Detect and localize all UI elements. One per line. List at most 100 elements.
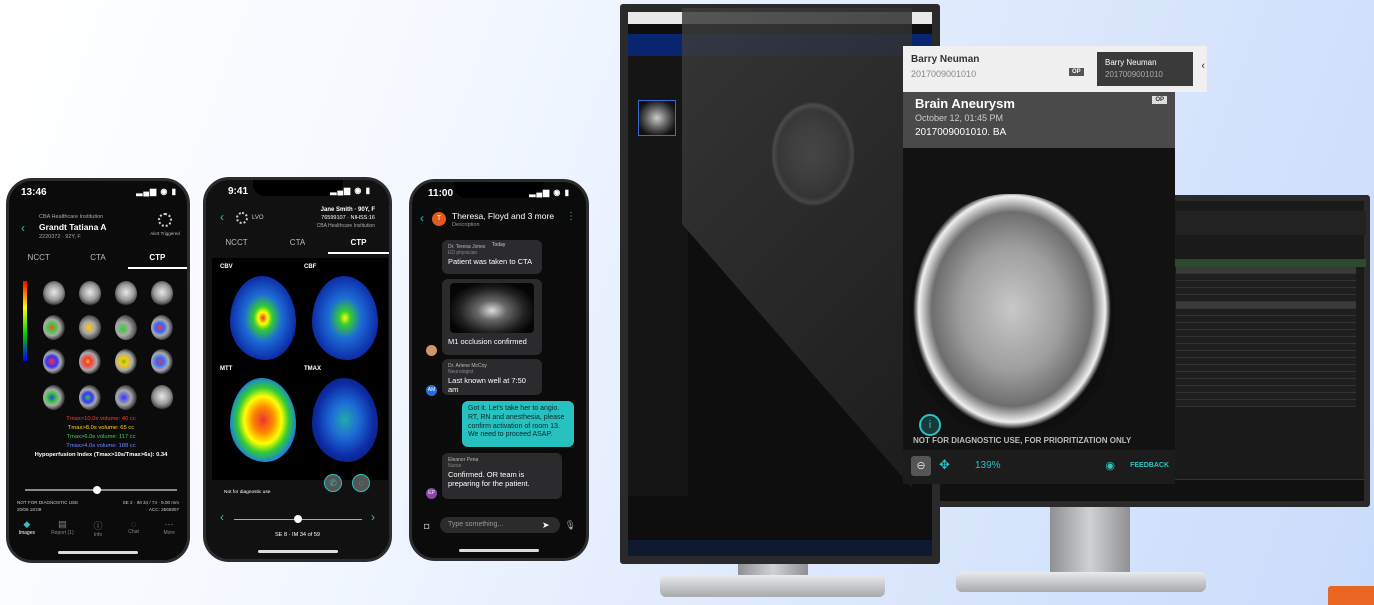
signal-icon: ▂▄▆ ◉ ▮ <box>136 187 177 196</box>
phone-1: 13:46 ▂▄▆ ◉ ▮ ‹ CBA Healthcare Instituti… <box>6 178 190 563</box>
phone-3: 11:00 ▂▄▆ ◉ ▮ ‹ T Theresa, Floyd and 3 m… <box>409 179 589 561</box>
tmax-line-8: Tmax>8.0s volume: 65 cc <box>67 425 135 431</box>
tab-cta[interactable]: CTA <box>267 232 328 254</box>
back-icon[interactable]: ‹ <box>420 211 424 225</box>
alert-label: Alert Triggered <box>150 231 180 236</box>
next-arrow-icon[interactable]: › <box>371 510 375 524</box>
feedback-icon[interactable]: ◉ <box>1105 459 1115 472</box>
tab-ctp[interactable]: CTP <box>127 247 187 269</box>
zoom-level: 139% <box>975 460 1001 471</box>
tab-cta[interactable]: CTA <box>68 247 127 269</box>
study-date: October 12, 01:45 PM <box>915 113 1004 123</box>
slider-thumb[interactable] <box>294 515 302 523</box>
scan-thumb[interactable] <box>115 281 137 306</box>
patient-name: Jane Smith · 90Y, F <box>320 207 375 213</box>
nav-more[interactable]: ⋯ More <box>151 519 187 547</box>
color-scale <box>23 281 27 361</box>
status-bar: 11:00 ▂▄▆ ◉ ▮ <box>412 188 586 202</box>
scan-thumb[interactable] <box>115 385 137 410</box>
image-message[interactable]: M1 occlusion confirmed <box>442 279 542 355</box>
info-icon[interactable]: i <box>919 414 941 436</box>
nav-chat[interactable]: ◌ Chat <box>116 519 152 547</box>
worklist-table[interactable] <box>1176 267 1356 467</box>
card-patient-id: 2017009001010 <box>1105 70 1163 79</box>
more-icon[interactable]: ⋮ <box>566 211 576 222</box>
cbv-map[interactable] <box>230 276 296 360</box>
tmax-map[interactable] <box>312 378 378 462</box>
feedback-button[interactable]: FEEDBACK <box>1130 462 1169 469</box>
scan-thumb[interactable] <box>79 385 101 410</box>
scan-thumb[interactable] <box>151 349 173 374</box>
selected-patient-card[interactable]: Barry Neuman 2017009001010 <box>1097 52 1193 86</box>
tmax-line-6: Tmax>6.0s volume: 117 cc <box>66 434 136 440</box>
chat-icon[interactable]: ◌ <box>352 474 370 492</box>
nav-report-label: Report (1) <box>51 530 74 536</box>
scan-thumb[interactable] <box>115 315 137 340</box>
scan-thumb[interactable] <box>151 315 173 340</box>
message-text: Confirmed. OR team is preparing for the … <box>448 469 530 488</box>
scan-thumb[interactable] <box>151 385 173 410</box>
map-label-mtt: MTT <box>220 366 233 372</box>
scan-thumb[interactable] <box>43 281 65 306</box>
user-avatar <box>426 345 437 356</box>
status-time: 9:41 <box>228 186 249 197</box>
home-indicator <box>257 550 338 553</box>
slider-thumb[interactable] <box>93 486 101 494</box>
scan-thumb[interactable] <box>43 315 65 340</box>
scan-thumb[interactable] <box>79 315 101 340</box>
group-avatar: T <box>432 212 446 226</box>
lvo-label: LVO <box>252 215 264 221</box>
scan-thumb[interactable] <box>79 281 101 306</box>
lvo-icon <box>236 212 248 224</box>
message-text: Patient was taken to CTA <box>448 256 533 266</box>
study-title: Brain Aneurysm <box>915 96 1015 111</box>
camera-icon[interactable]: ◘ <box>424 521 429 531</box>
scan-thumb[interactable] <box>43 349 65 374</box>
tab-ncct[interactable]: NCCT <box>9 247 68 269</box>
back-icon[interactable]: ‹ <box>21 221 25 235</box>
back-icon[interactable]: ‹ <box>220 210 224 224</box>
tab-ctp[interactable]: CTP <box>328 232 389 254</box>
ctp-maps: CBV CBF MTT TMAX <box>212 258 388 480</box>
collapse-icon[interactable]: ‹ <box>1201 60 1205 72</box>
layers-icon: ◆ <box>23 519 31 529</box>
zoom-out-icon[interactable]: ⊖ <box>911 456 931 476</box>
worklist-toolbar <box>1176 211 1366 235</box>
image-caption: M1 occlusion confirmed <box>448 337 527 346</box>
nav-chat-label: Chat <box>128 529 139 535</box>
prev-arrow-icon[interactable]: ‹ <box>220 510 224 524</box>
footer-date: 20/06 18:09 <box>17 507 42 512</box>
scan-thumb[interactable] <box>115 349 137 374</box>
popup-patient-name: Barry Neuman <box>911 54 980 65</box>
tab-ncct[interactable]: NCCT <box>206 232 267 254</box>
nav-info[interactable]: ⓘ Info <box>80 519 116 547</box>
nav-images-label: Images <box>18 530 35 536</box>
scan-thumb[interactable] <box>79 349 101 374</box>
alert-icon[interactable] <box>158 213 172 227</box>
chat-header: ‹ T Theresa, Floyd and 3 more Descriptio… <box>412 206 586 236</box>
scan-thumb[interactable] <box>151 281 173 306</box>
bottom-nav: ◆ Images ▤ Report (1) ⓘ Info ◌ Chat ⋯ More <box>9 519 187 547</box>
map-label-cbv: CBV <box>220 264 233 270</box>
series-thumb[interactable] <box>638 100 676 136</box>
footer-disclaimer: NOT FOR DIAGNOSTIC USE <box>17 500 79 505</box>
cbf-map[interactable] <box>312 276 378 360</box>
popup-patient-id: 2017009001010 <box>911 69 977 79</box>
home-indicator <box>58 551 138 554</box>
study-badge: OP <box>1152 96 1167 104</box>
nav-report[interactable]: ▤ Report (1) <box>45 519 81 547</box>
phone-call-icon[interactable]: ✆ <box>324 474 342 492</box>
message-2: Dr. Arlene McCoy Neurologist Last known … <box>442 359 542 395</box>
scan-thumb[interactable] <box>43 385 65 410</box>
slice-slider[interactable] <box>234 515 362 523</box>
pan-icon[interactable]: ✥ <box>939 457 950 473</box>
nav-images[interactable]: ◆ Images <box>9 519 45 547</box>
mic-icon[interactable]: 🎙 <box>565 520 576 531</box>
cta-image[interactable] <box>450 283 534 333</box>
mtt-map[interactable] <box>230 378 296 462</box>
main-scan[interactable] <box>909 194 1115 434</box>
message-text: Got it. Let's take her to angio. RT, RN … <box>468 405 565 439</box>
slice-slider[interactable] <box>25 486 177 494</box>
corner-logo <box>1328 586 1374 605</box>
send-icon[interactable]: ➤ <box>542 520 550 531</box>
